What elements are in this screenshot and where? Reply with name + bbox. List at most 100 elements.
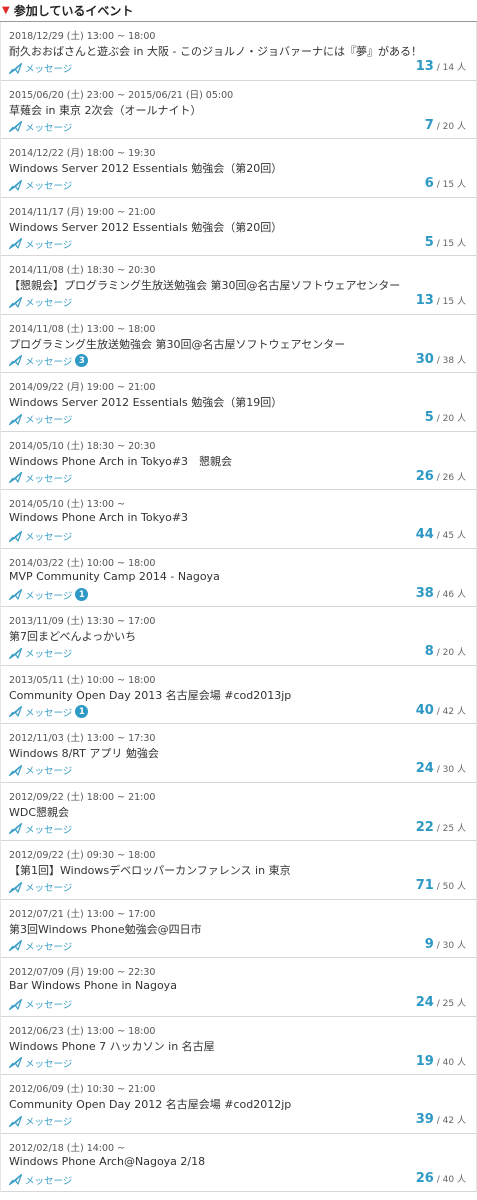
paper-plane-icon (9, 530, 25, 542)
participant-count: 8/ 20 人 (425, 644, 466, 659)
participant-count: 30/ 38 人 (416, 352, 466, 367)
message-label: メッセージ (25, 1175, 73, 1187)
event-item[interactable]: 2014/09/22 (月) 19:00 ~ 21:00 Windows Serv… (1, 373, 476, 432)
event-item[interactable]: 2012/02/18 (土) 14:00 ~ Windows Phone Arch… (1, 1134, 476, 1192)
message-label: メッセージ (25, 415, 73, 426)
event-item[interactable]: 2013/11/09 (土) 13:30 ~ 17:00 第7回まどべんよっかいち… (1, 607, 476, 666)
event-title-link[interactable]: 第7回まどべんよっかいち (9, 628, 466, 644)
event-item[interactable]: 2014/11/08 (土) 13:00 ~ 18:00 プログラミング生放送勉強… (1, 315, 476, 373)
message-link[interactable]: メッセージ (9, 471, 72, 485)
message-link[interactable]: メッセージ (9, 763, 72, 777)
event-item[interactable]: 2018/12/29 (土) 13:00 ~ 18:00 耐久おおばさんと遊ぶ会 … (1, 22, 476, 81)
event-date: 2015/06/20 (土) 23:00 ~ 2015/06/21 (日) 05… (9, 89, 234, 101)
paper-plane-icon (9, 1174, 25, 1185)
event-title-link[interactable]: 【第1回】Windowsデベロッパーカンファレンス in 東京 (9, 862, 466, 878)
event-title-link[interactable]: WDC懇親会 (9, 804, 466, 820)
event-item[interactable]: 2015/06/20 (土) 23:00 ~ 2015/06/21 (日) 05… (1, 81, 476, 139)
message-link[interactable]: メッセージ (9, 997, 72, 1011)
triangle-down-icon: ▼ (2, 4, 10, 16)
message-link[interactable]: メッセージ (9, 295, 72, 309)
event-item[interactable]: 2012/09/22 (土) 18:00 ~ 21:00 WDC懇親会 メッセージ 2… (1, 783, 476, 841)
event-title-link[interactable]: 草薙会 in 東京 2次会（オールナイト） (9, 102, 466, 118)
participant-count: 7/ 20 人 (425, 118, 466, 133)
message-label: メッセージ (25, 766, 73, 777)
message-link[interactable]: メッセージ 1 (9, 705, 89, 719)
message-link[interactable]: メッセージ (9, 939, 72, 953)
event-date: 2014/11/17 (月) 19:00 ~ 21:00 (9, 206, 156, 218)
event-item[interactable]: 2012/06/23 (土) 13:00 ~ 18:00 Windows Phon… (1, 1017, 476, 1075)
event-item[interactable]: 2014/12/22 (月) 18:00 ~ 19:30 Windows Serv… (1, 139, 476, 198)
event-title-link[interactable]: プログラミング生放送勉強会 第30回@名古屋ソフトウェアセンター (9, 336, 466, 352)
participant-count: 13/ 14 人 (416, 59, 466, 74)
capacity-count: / 46 人 (436, 589, 466, 600)
participant-count: 5/ 20 人 (425, 410, 466, 425)
event-item[interactable]: 2014/05/10 (土) 13:00 ~ Windows Phone Arch… (1, 490, 476, 549)
participant-count: 26/ 40 人 (416, 1171, 466, 1186)
message-link[interactable]: メッセージ (9, 529, 72, 543)
message-label: メッセージ (25, 239, 73, 251)
capacity-count: / 42 人 (436, 1116, 466, 1126)
message-link[interactable]: メッセージ (9, 1114, 72, 1128)
event-title-link[interactable]: Community Open Day 2013 名古屋会場 #cod2013jp (9, 687, 466, 703)
event-title-link[interactable]: MVP Community Camp 2014 - Nagoya (9, 570, 466, 583)
event-item[interactable]: 2012/11/03 (土) 13:00 ~ 17:30 Windows 8/RT… (1, 724, 476, 783)
event-title-link[interactable]: Windows Phone 7 ハッカソン in 名古屋 (9, 1038, 466, 1054)
message-link[interactable]: メッセージ (9, 178, 72, 192)
joined-count: 40 (415, 702, 434, 718)
event-item[interactable]: 2014/05/10 (土) 18:30 ~ 20:30 Windows Phon… (1, 432, 476, 490)
event-item[interactable]: 2013/05/11 (土) 10:00 ~ 18:00 Community Op… (1, 666, 476, 724)
joined-count: 38 (415, 585, 434, 601)
event-title-link[interactable]: 【懇親会】プログラミング生放送勉強会 第30回@名古屋ソフトウェアセンター (9, 277, 466, 293)
event-title-link[interactable]: Windows Server 2012 Essentials 勉強会（第19回） (9, 394, 466, 410)
message-link[interactable]: メッセージ (9, 61, 72, 75)
event-item[interactable]: 2014/03/22 (土) 10:00 ~ 18:00 MVP Communit… (1, 549, 476, 607)
joined-count: 44 (415, 527, 434, 542)
paper-plane-icon (9, 121, 25, 132)
event-item[interactable]: 2012/07/21 (土) 13:00 ~ 17:00 第3回Windows P… (1, 900, 476, 958)
message-label: メッセージ (25, 590, 73, 602)
participant-count: 71/ 50 人 (416, 878, 466, 893)
capacity-count: / 15 人 (436, 297, 466, 307)
event-title-link[interactable]: Windows Server 2012 Essentials 勉強会（第20回） (9, 160, 466, 176)
event-date: 2014/05/10 (土) 13:00 ~ (9, 499, 126, 510)
message-link[interactable]: メッセージ (9, 237, 72, 251)
message-link[interactable]: メッセージ (9, 646, 72, 660)
event-date: 2012/09/22 (土) 18:00 ~ 21:00 (9, 791, 156, 803)
message-link[interactable]: メッセージ 1 (9, 588, 89, 602)
message-link[interactable]: メッセージ (9, 120, 72, 134)
message-link[interactable]: メッセージ (9, 412, 72, 426)
joined-count: 7 (424, 117, 434, 133)
message-link[interactable]: メッセージ (9, 1173, 72, 1187)
event-title-link[interactable]: Community Open Day 2012 名古屋会場 #cod2012jp (9, 1096, 466, 1112)
event-item[interactable]: 2012/09/22 (土) 09:30 ~ 18:00 【第1回】Windows… (1, 841, 476, 900)
joined-count: 30 (415, 351, 434, 367)
event-title-link[interactable]: Bar Windows Phone in Nagoya (9, 979, 466, 992)
event-title-link[interactable]: Windows 8/RT アプリ 勉強会 (9, 745, 466, 761)
message-link[interactable]: メッセージ (9, 1056, 72, 1070)
event-title-link[interactable]: Windows Server 2012 Essentials 勉強会（第20回） (9, 219, 466, 235)
event-title-link[interactable]: Windows Phone Arch in Tokyo#3 懇親会 (9, 453, 466, 469)
message-label: メッセージ (25, 356, 73, 368)
section-header: ▼ 参加しているイベント (0, 0, 477, 22)
event-title-link[interactable]: 耐久おおばさんと遊ぶ会 in 大阪 - このジョルノ・ジョバァーナには『夢』があ… (9, 43, 466, 59)
event-item[interactable]: 2012/06/09 (土) 10:30 ~ 21:00 Community Op… (1, 1075, 476, 1134)
joined-count: 9 (424, 936, 434, 952)
event-item[interactable]: 2014/11/17 (月) 19:00 ~ 21:00 Windows Serv… (1, 198, 476, 256)
event-title-link[interactable]: Windows Phone Arch@Nagoya 2/18 (9, 1155, 466, 1168)
joined-count: 24 (415, 995, 434, 1010)
message-label: メッセージ (25, 532, 73, 543)
joined-count: 39 (415, 1112, 434, 1127)
joined-count: 26 (415, 1170, 434, 1186)
event-date: 2013/05/11 (土) 10:00 ~ 18:00 (9, 674, 156, 686)
event-item[interactable]: 2012/07/09 (月) 19:00 ~ 22:30 Bar Windows … (1, 958, 476, 1017)
event-item[interactable]: 2014/11/08 (土) 18:30 ~ 20:30 【懇親会】プログラミング… (1, 256, 476, 315)
capacity-count: / 20 人 (436, 648, 466, 658)
message-link[interactable]: メッセージ (9, 822, 72, 836)
paper-plane-icon (9, 1057, 25, 1068)
participant-count: 5/ 15 人 (425, 235, 466, 250)
event-title-link[interactable]: 第3回Windows Phone勉強会@四日市 (9, 921, 466, 937)
message-link[interactable]: メッセージ 3 (9, 354, 89, 368)
paper-plane-icon (9, 998, 25, 1010)
event-title-link[interactable]: Windows Phone Arch in Tokyo#3 (9, 511, 466, 524)
message-link[interactable]: メッセージ (9, 880, 72, 894)
